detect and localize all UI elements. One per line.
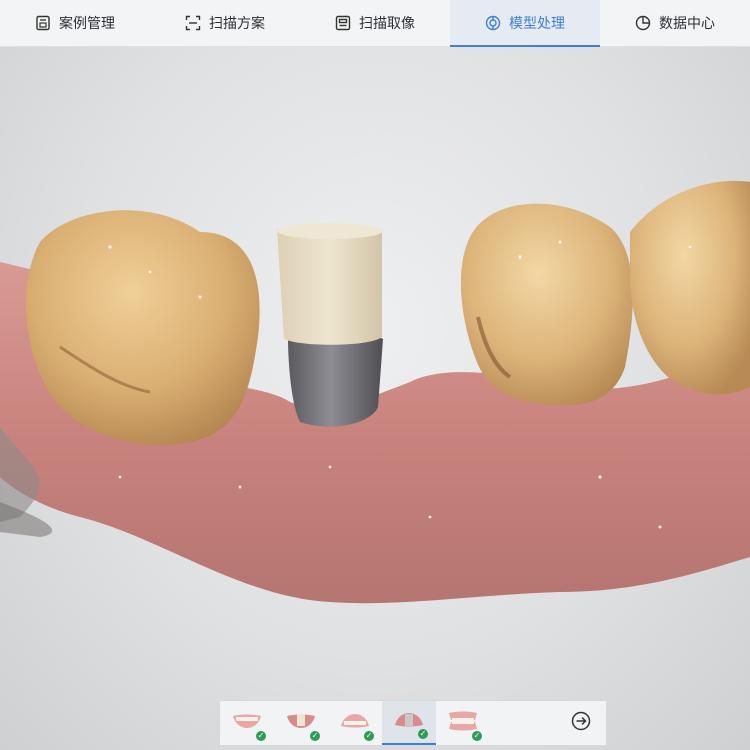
step-lower-jaw[interactable]: ✓: [328, 701, 382, 745]
step-upper-jaw-scanbody[interactable]: ✓: [274, 701, 328, 745]
tab-case-management[interactable]: 案例管理: [0, 0, 150, 46]
scanner-icon: [335, 15, 351, 31]
next-step-button[interactable]: [568, 710, 594, 736]
step-bite[interactable]: ✓: [436, 701, 490, 745]
tab-label: 扫描取像: [359, 15, 415, 31]
tab-label: 模型处理: [509, 15, 565, 31]
arrow-right-circle-icon: [571, 711, 591, 736]
workflow-step-bar: ✓ ✓ ✓ ✓ ✓: [219, 700, 607, 746]
tab-scan-plan[interactable]: 扫描方案: [150, 0, 300, 46]
model-icon: [485, 15, 501, 31]
pie-chart-icon: [635, 15, 651, 31]
dental-model-render: [0, 180, 750, 604]
step-lower-jaw-scanbody[interactable]: ✓: [382, 701, 436, 745]
case-icon: [35, 15, 51, 31]
tab-data-center[interactable]: 数据中心: [600, 0, 750, 46]
check-icon: ✓: [418, 729, 428, 739]
tooth-right-premolar: [460, 203, 633, 406]
tab-label: 扫描方案: [209, 15, 265, 31]
tab-label: 数据中心: [659, 15, 715, 31]
step-upper-jaw[interactable]: ✓: [220, 701, 274, 745]
tab-label: 案例管理: [59, 15, 115, 31]
tab-model-processing[interactable]: 模型处理: [450, 0, 600, 47]
check-icon: ✓: [310, 731, 320, 741]
tooth-right-molar: [630, 180, 750, 395]
check-icon: ✓: [364, 731, 374, 741]
top-navigation: 案例管理 扫描方案 扫描取像 模型处理 数据中心: [0, 0, 750, 47]
scanbody-cap: [277, 229, 382, 345]
model-viewport[interactable]: [0, 47, 750, 750]
abutment-metal: [288, 333, 383, 427]
scan-frame-icon: [185, 15, 201, 31]
check-icon: ✓: [256, 731, 266, 741]
tab-scan-capture[interactable]: 扫描取像: [300, 0, 450, 46]
check-icon: ✓: [472, 731, 482, 741]
